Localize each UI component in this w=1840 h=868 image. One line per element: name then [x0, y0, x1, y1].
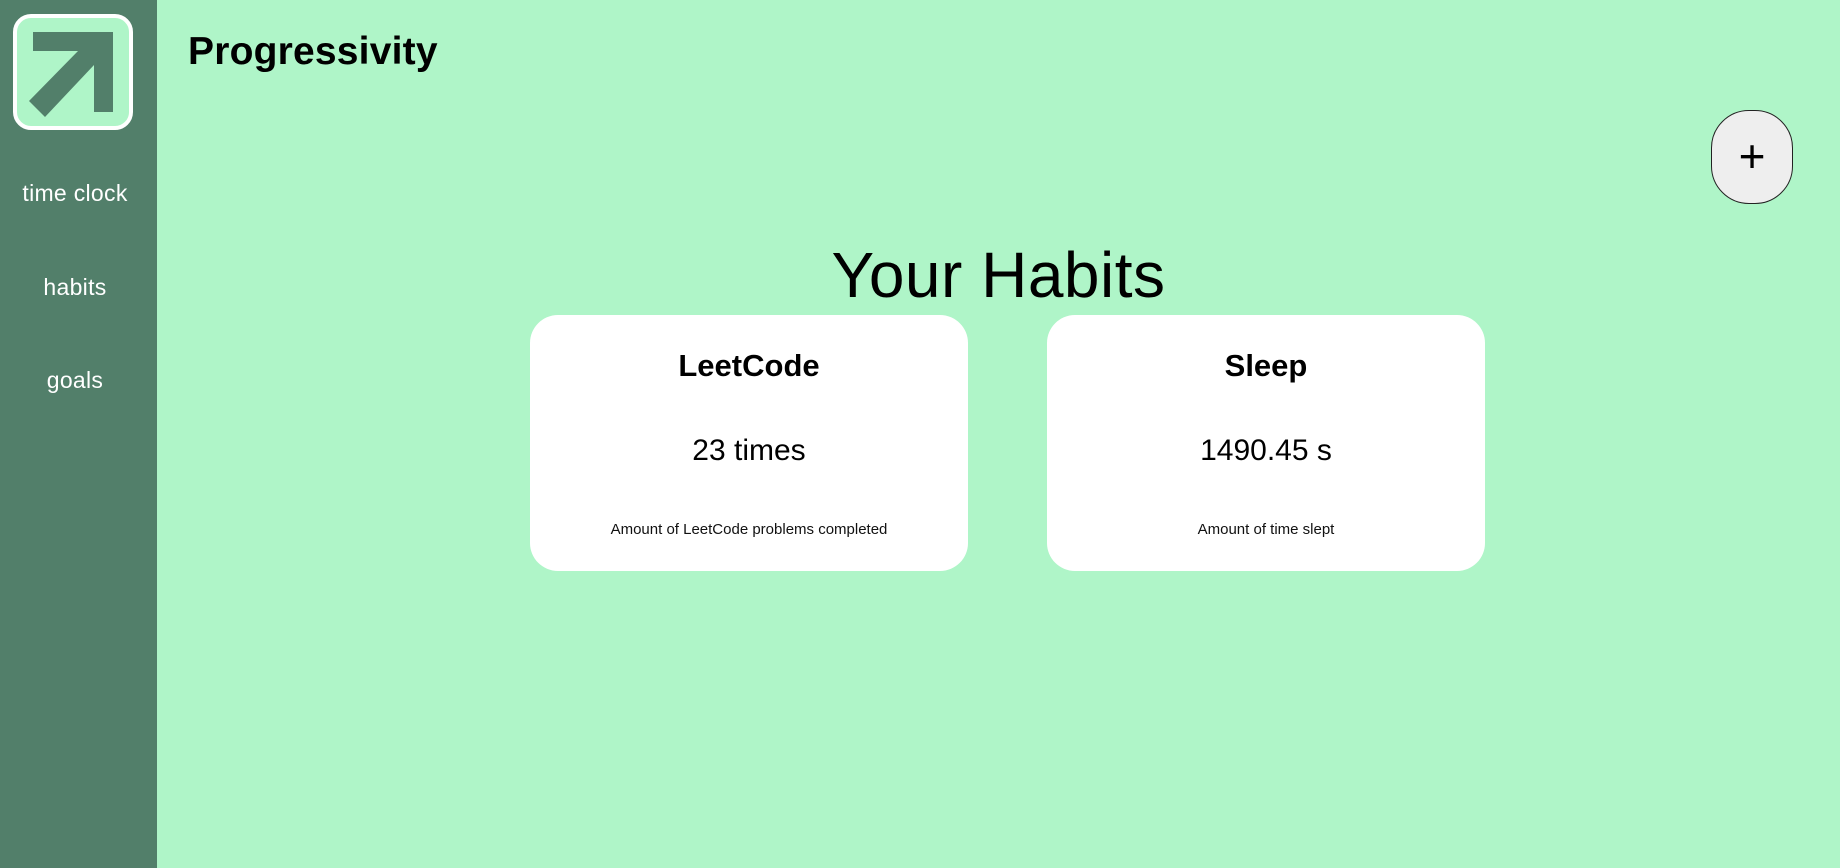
sidebar-item-time-clock[interactable]: time clock — [0, 180, 150, 207]
habit-card-sleep[interactable]: Sleep 1490.45 s Amount of time slept — [1047, 315, 1485, 571]
sidebar: time clock habits goals — [0, 0, 157, 868]
habit-name: Sleep — [1224, 348, 1308, 383]
app-title: Progressivity — [188, 30, 438, 73]
app-logo[interactable] — [13, 14, 133, 130]
arrow-up-right-icon — [29, 32, 113, 117]
sidebar-item-goals[interactable]: goals — [0, 367, 150, 394]
habit-value: 1490.45 s — [1200, 434, 1332, 467]
habit-description: Amount of LeetCode problems completed — [610, 521, 888, 538]
habit-card-leetcode[interactable]: LeetCode 23 times Amount of LeetCode pro… — [530, 315, 968, 571]
page-title: Your Habits — [831, 239, 1166, 311]
habit-value: 23 times — [692, 434, 806, 467]
sidebar-item-habits[interactable]: habits — [0, 274, 150, 301]
habit-name: LeetCode — [678, 348, 820, 383]
add-habit-button[interactable]: + — [1711, 110, 1793, 204]
habit-description: Amount of time slept — [1197, 521, 1335, 538]
